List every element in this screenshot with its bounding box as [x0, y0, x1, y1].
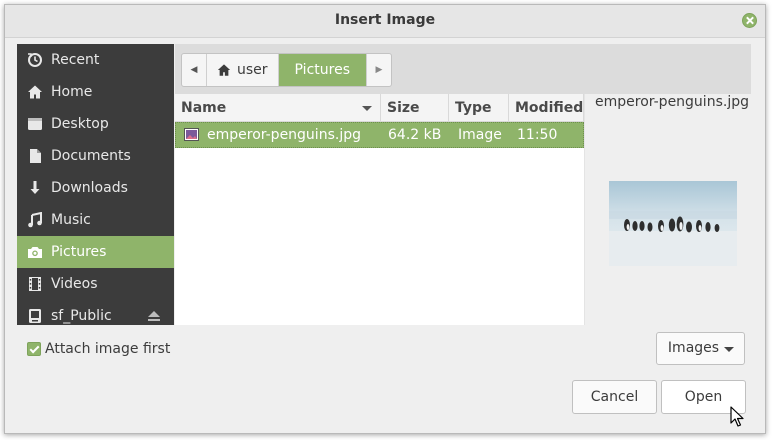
file-size: 64.2 kB [388, 127, 442, 143]
sort-descending-icon [362, 106, 372, 111]
home-icon [217, 64, 231, 76]
filter-selected-value: Images [667, 340, 720, 356]
sidebar-item-music[interactable]: Music [17, 204, 174, 236]
attach-image-checkbox[interactable] [27, 342, 41, 356]
film-icon [29, 277, 41, 291]
sidebar-item-label: Home [51, 84, 93, 100]
breadcrumb: ◀ user Pictures ▶ [181, 53, 392, 87]
dialog-title: Insert Image [334, 12, 436, 28]
sidebar-item-pictures[interactable]: Pictures [17, 236, 174, 268]
image-file-icon [184, 128, 199, 141]
drive-icon [29, 309, 41, 323]
file-type-filter-dropdown[interactable]: Images [656, 332, 745, 365]
camera-icon [28, 247, 42, 258]
sidebar-item-label: Downloads [51, 180, 128, 196]
eject-icon[interactable] [148, 311, 160, 321]
cancel-button[interactable]: Cancel [572, 380, 657, 414]
column-header-name[interactable]: Name [175, 94, 381, 122]
sidebar-item-documents[interactable]: Documents [17, 140, 174, 172]
desktop-icon [28, 118, 42, 130]
sidebar-item-recent[interactable]: Recent [17, 44, 174, 76]
file-name: emperor-penguins.jpg [207, 127, 361, 143]
file-type: Image [458, 127, 502, 143]
sidebar-item-label: Pictures [51, 244, 107, 260]
clock-icon [28, 53, 42, 67]
column-label: Size [387, 100, 420, 116]
path-segment-user[interactable]: user [206, 54, 278, 86]
music-icon [28, 212, 42, 228]
chevron-down-icon [724, 347, 734, 352]
sidebar-item-sf-public[interactable]: sf_Public [17, 300, 174, 325]
attach-image-label: Attach image first [45, 341, 171, 357]
path-back-button[interactable]: ◀ [182, 54, 206, 86]
places-sidebar: Recent Home Desktop Documents Downloads … [17, 44, 174, 325]
sidebar-item-label: Videos [51, 276, 98, 292]
column-header-type[interactable]: Type [449, 94, 509, 122]
mouse-cursor-icon [730, 406, 744, 427]
sidebar-item-home[interactable]: Home [17, 76, 174, 108]
sidebar-item-label: Documents [51, 148, 131, 164]
file-list[interactable]: Name Size Type Modified emperor-penguins… [175, 94, 585, 325]
path-segment-label: Pictures [294, 62, 350, 78]
title-bar: Insert Image [5, 5, 765, 38]
attach-image-option[interactable]: Attach image first [27, 340, 170, 358]
preview-thumbnail [609, 181, 737, 266]
arrow-left-icon: ◀ [190, 65, 198, 75]
column-label: Name [181, 100, 227, 116]
preview-filename: emperor-penguins.jpg [595, 94, 749, 110]
path-segment-pictures[interactable]: Pictures [277, 54, 366, 86]
download-icon [30, 181, 40, 194]
column-header-modified[interactable]: Modified [509, 94, 584, 122]
arrow-right-icon: ▶ [375, 65, 383, 75]
close-icon[interactable] [742, 13, 757, 28]
path-segment-label: user [237, 62, 268, 78]
column-header-size[interactable]: Size [381, 94, 449, 122]
sidebar-item-desktop[interactable]: Desktop [17, 108, 174, 140]
sidebar-item-label: Desktop [51, 116, 109, 132]
home-icon [28, 85, 42, 99]
sidebar-item-downloads[interactable]: Downloads [17, 172, 174, 204]
path-bar: ◀ user Pictures ▶ [175, 44, 751, 94]
sidebar-item-label: Music [51, 212, 91, 228]
column-label: Modified [515, 100, 584, 116]
insert-image-dialog: Insert Image Recent Home Desktop Documen… [4, 4, 766, 434]
sidebar-item-label: Recent [51, 52, 100, 68]
column-label: Type [455, 100, 492, 116]
table-row[interactable]: emperor-penguins.jpg 64.2 kB Image 11:50 [175, 122, 584, 148]
sidebar-item-label: sf_Public [51, 308, 112, 324]
path-forward-button[interactable]: ▶ [366, 54, 391, 86]
sidebar-item-videos[interactable]: Videos [17, 268, 174, 300]
file-modified: 11:50 [517, 127, 558, 143]
document-icon [30, 149, 41, 163]
